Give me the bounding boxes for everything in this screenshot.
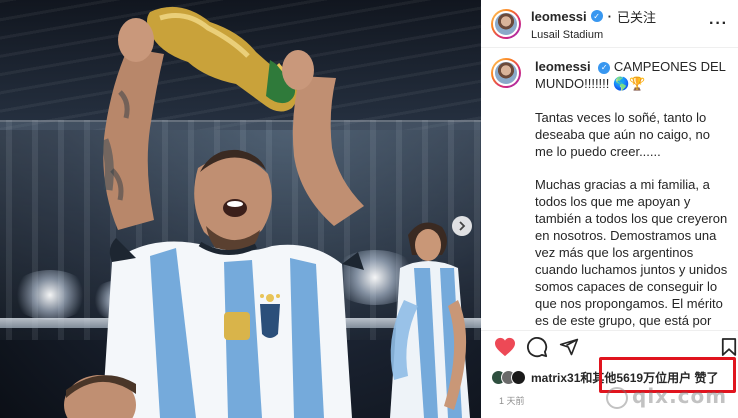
left-arm (103, 48, 164, 230)
author-username[interactable]: leomessi (531, 9, 587, 24)
post-caption: leomessi ✓ CAMPEONES DEL MUNDO!!!!!!! 🌎🏆… (491, 58, 731, 330)
caption-paragraph: Muchas gracias a mi familia, a todos los… (535, 177, 728, 328)
first-liker-username[interactable]: matrix31 (531, 371, 580, 385)
share-button[interactable] (557, 335, 581, 359)
verified-badge-icon: ✓ (598, 61, 611, 74)
site-watermark: qix.com (606, 384, 727, 409)
right-hand (282, 50, 314, 90)
comment-icon (526, 336, 548, 358)
champion-badge (224, 312, 250, 340)
afa-crest (260, 304, 280, 338)
post-header: leomessi ✓ · 已关注 Lusail Stadium ··· (481, 0, 738, 48)
watermark-text: qix.com (632, 384, 728, 408)
player-head (194, 149, 272, 256)
verified-badge-icon: ✓ (590, 10, 603, 22)
chevron-right-icon (459, 221, 466, 231)
avatar (511, 369, 526, 385)
right-arm (292, 76, 364, 226)
likes-connector: 和 (580, 370, 593, 385)
comment-button[interactable] (525, 335, 549, 359)
post-sidebar: leomessi ✓ · 已关注 Lusail Stadium ··· leom… (481, 0, 738, 418)
post-timestamp[interactable]: 1 天前 (499, 394, 525, 407)
caption-username[interactable]: leomessi (535, 59, 591, 74)
post-location[interactable]: Lusail Stadium (531, 29, 656, 41)
save-button[interactable] (717, 335, 738, 359)
heart-icon (495, 337, 515, 357)
globe-trophy-emoji: 🌎🏆 (613, 77, 646, 92)
next-slide-button[interactable] (452, 216, 472, 236)
more-options-icon[interactable]: ··· (709, 16, 728, 32)
bookmark-icon (721, 338, 737, 356)
caption-headline: leomessi ✓ CAMPEONES DEL MUNDO!!!!!!! 🌎🏆 (535, 58, 731, 93)
share-icon (559, 338, 579, 356)
follow-button[interactable]: 已关注 (617, 7, 656, 26)
separator-dot: · (607, 8, 612, 24)
player-illustration (64, 6, 470, 418)
world-cup-trophy (147, 6, 298, 112)
like-button[interactable] (493, 335, 517, 359)
author-avatar[interactable] (491, 8, 521, 39)
teammate-figure (390, 222, 470, 418)
caption-avatar[interactable] (491, 58, 521, 88)
left-hand (118, 18, 154, 62)
post-photo[interactable] (0, 0, 481, 418)
caption-paragraph: Tantas veces lo soñé, tanto lo deseaba q… (535, 110, 710, 159)
argentina-jersey (102, 238, 364, 418)
liker-avatars (491, 369, 526, 385)
